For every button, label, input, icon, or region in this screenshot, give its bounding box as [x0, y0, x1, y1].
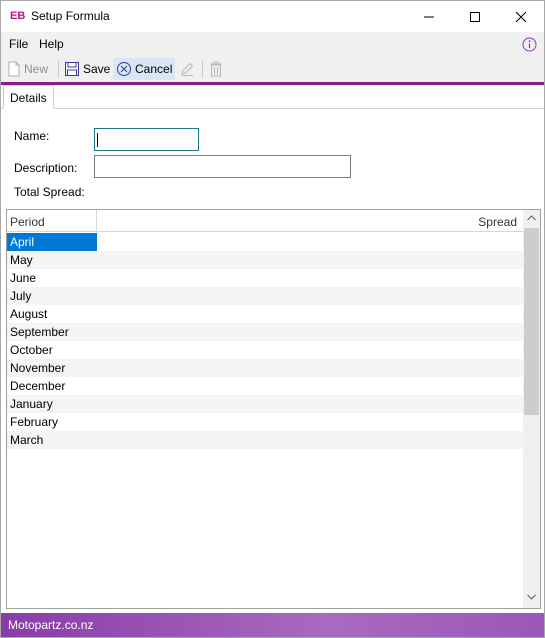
spread-cell[interactable] — [97, 305, 523, 323]
table-row[interactable]: September — [7, 323, 523, 341]
period-cell[interactable]: August — [7, 305, 97, 323]
title-bar: EB Setup Formula — [1, 1, 544, 32]
app-logo: EB — [10, 10, 26, 22]
maximize-button[interactable] — [452, 1, 498, 32]
pencil-icon — [181, 62, 194, 76]
table-row[interactable]: January — [7, 395, 523, 413]
menu-help[interactable]: Help — [39, 37, 64, 51]
minimize-button[interactable] — [406, 1, 452, 32]
close-button[interactable] — [498, 1, 544, 32]
edit-button[interactable] — [179, 59, 195, 79]
minimize-icon — [424, 16, 434, 18]
cancel-button[interactable]: Cancel — [113, 58, 176, 80]
spread-cell[interactable] — [97, 233, 523, 251]
period-cell[interactable]: October — [7, 341, 97, 359]
spread-cell[interactable] — [97, 359, 523, 377]
spread-cell[interactable] — [97, 341, 523, 359]
window-title: Setup Formula — [31, 9, 110, 23]
menu-bar: File Help — [1, 32, 544, 56]
new-button-label: New — [24, 62, 49, 76]
scrollbar-thumb[interactable] — [524, 228, 539, 415]
spread-cell[interactable] — [97, 269, 523, 287]
trash-icon — [210, 61, 222, 77]
close-icon — [515, 11, 527, 23]
column-divider[interactable] — [96, 210, 97, 232]
table-row[interactable]: December — [7, 377, 523, 395]
tab-details[interactable]: Details — [3, 85, 54, 109]
name-label: Name: — [14, 129, 50, 143]
scroll-down-arrow-icon[interactable] — [527, 594, 536, 600]
spread-cell[interactable] — [97, 431, 523, 449]
description-label: Description: — [14, 161, 78, 175]
toolbar: New Save Cancel — [1, 56, 544, 82]
column-header-period[interactable]: Period — [10, 215, 45, 229]
delete-button[interactable] — [208, 59, 224, 79]
spread-cell[interactable] — [97, 395, 523, 413]
table-row[interactable]: July — [7, 287, 523, 305]
description-field[interactable] — [94, 155, 351, 178]
vertical-scrollbar[interactable] — [523, 210, 540, 608]
grid-header: Period Spread — [7, 210, 523, 232]
table-row[interactable]: May — [7, 251, 523, 269]
cancel-button-label: Cancel — [135, 62, 173, 76]
new-document-icon — [8, 61, 20, 77]
period-cell[interactable]: June — [7, 269, 97, 287]
name-field[interactable] — [94, 128, 199, 151]
status-company: Motopartz.co.nz — [8, 618, 94, 632]
text-cursor — [97, 133, 98, 147]
tab-details-label: Details — [10, 91, 47, 105]
maximize-icon — [470, 12, 480, 22]
period-cell[interactable]: November — [7, 359, 97, 377]
new-button[interactable]: New — [7, 59, 48, 79]
total-spread-label: Total Spread: — [14, 185, 85, 199]
period-cell[interactable]: February — [7, 413, 97, 431]
table-row[interactable]: June — [7, 269, 523, 287]
table-row[interactable]: February — [7, 413, 523, 431]
info-icon[interactable] — [522, 37, 537, 52]
table-row[interactable]: March — [7, 431, 523, 449]
table-row[interactable]: April — [7, 233, 523, 251]
table-row[interactable]: November — [7, 359, 523, 377]
setup-formula-window: EB Setup Formula File Help New Save Canc… — [0, 0, 545, 638]
cancel-icon — [117, 62, 131, 76]
menu-file[interactable]: File — [9, 37, 28, 51]
period-spread-grid[interactable]: Period Spread April May June July August Sept… — [6, 209, 541, 609]
column-header-spread[interactable]: Spread — [478, 215, 517, 229]
spread-cell[interactable] — [97, 323, 523, 341]
period-cell[interactable]: March — [7, 431, 97, 449]
spread-cell[interactable] — [97, 377, 523, 395]
save-icon — [65, 62, 79, 76]
period-cell[interactable]: December — [7, 377, 97, 395]
save-button[interactable]: Save — [64, 59, 110, 79]
toolbar-separator — [58, 60, 59, 78]
toolbar-separator — [202, 60, 203, 78]
period-cell[interactable]: April — [7, 233, 97, 251]
status-bar: Motopartz.co.nz — [1, 613, 544, 637]
spread-cell[interactable] — [97, 251, 523, 269]
scroll-up-arrow-icon[interactable] — [527, 215, 536, 221]
period-cell[interactable]: September — [7, 323, 97, 341]
table-row[interactable]: August — [7, 305, 523, 323]
table-row[interactable]: October — [7, 341, 523, 359]
spread-cell[interactable] — [97, 287, 523, 305]
save-button-label: Save — [83, 62, 111, 76]
period-cell[interactable]: July — [7, 287, 97, 305]
spread-cell[interactable] — [97, 413, 523, 431]
period-cell[interactable]: May — [7, 251, 97, 269]
grid-rows: April May June July August September October No… — [7, 233, 523, 449]
period-cell[interactable]: January — [7, 395, 97, 413]
tab-strip: Details — [1, 85, 544, 109]
